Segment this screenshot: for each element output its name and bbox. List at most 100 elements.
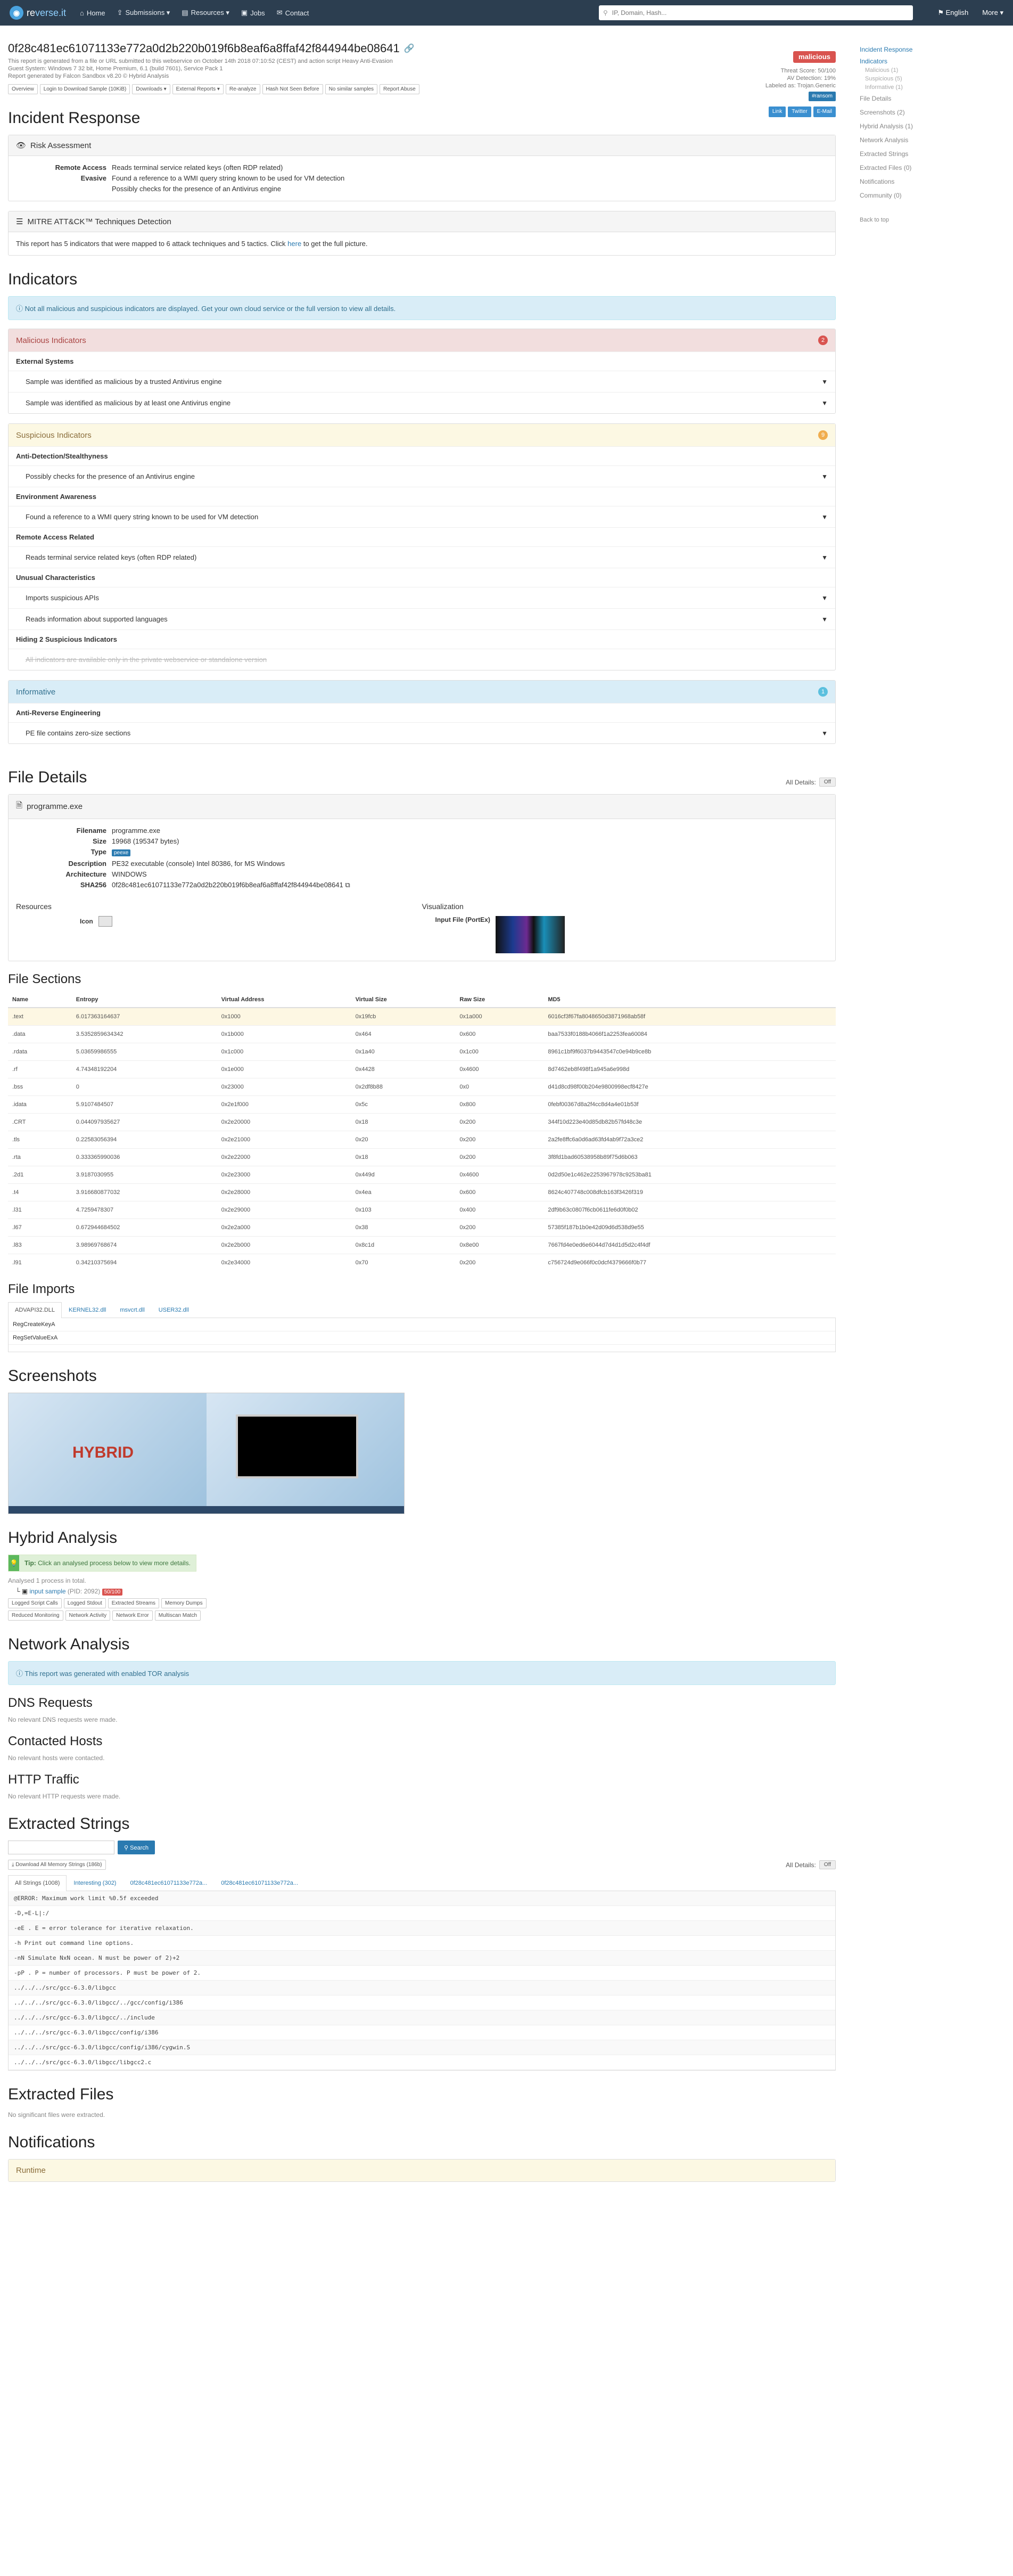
table-cell: 0x1c000 [217, 1043, 351, 1061]
sidebar-item-community[interactable]: Community (0) [860, 189, 987, 202]
tab-file-strings[interactable]: 0f28c481ec61071133e772a... [214, 1875, 305, 1891]
tab-interesting[interactable]: Interesting (302) [67, 1875, 123, 1891]
language-selector[interactable]: ⚑ English [937, 9, 968, 17]
indicator-item[interactable]: Sample was identified as malicious by at… [9, 392, 835, 413]
screenshot-thumbnail[interactable] [206, 1393, 404, 1514]
similar-samples-button[interactable]: No similar samples [325, 84, 378, 94]
sidebar-item-extracted-strings[interactable]: Extracted Strings [860, 147, 987, 161]
search-input[interactable] [612, 9, 909, 17]
nav-home[interactable]: ⌂ Home [80, 9, 105, 17]
nav-submissions[interactable]: ⇪ Submissions ▾ [117, 9, 170, 17]
sidebar-item-indicators[interactable]: Indicators [860, 56, 987, 66]
sidebar-item-network-analysis[interactable]: Network Analysis [860, 133, 987, 147]
extracted-strings-heading: Extracted Strings [8, 1815, 130, 1833]
indicator-item[interactable]: Imports suspicious APIs ▼ [9, 587, 835, 608]
legend-chip: Logged Script Calls [8, 1598, 62, 1608]
nav-resources[interactable]: ▤ Resources ▾ [182, 9, 229, 17]
sidebar-item-suspicious[interactable]: Suspicious (5) [860, 75, 987, 83]
screenshot-thumbnail[interactable]: HYBRID [9, 1393, 207, 1514]
link-icon[interactable]: 🔗 [404, 43, 415, 54]
sidebar-item-incident-response[interactable]: Incident Response [860, 43, 987, 56]
external-reports-dropdown[interactable]: External Reports ▾ [172, 84, 224, 94]
label-badge[interactable]: #ransom [809, 92, 836, 101]
tor-notice: ⓘ This report was generated with enabled… [8, 1661, 836, 1685]
process-name[interactable]: input sample [30, 1588, 66, 1595]
sidebar-item-hybrid-analysis[interactable]: Hybrid Analysis (1) [860, 119, 987, 133]
tab-user32[interactable]: USER32.dll [152, 1302, 196, 1318]
sidebar-item-notifications[interactable]: Notifications [860, 175, 987, 189]
sidebar-item-file-details[interactable]: File Details [860, 92, 987, 105]
more-menu[interactable]: More ▾ [982, 9, 1003, 17]
strings-search-button[interactable]: ⚲ Search [118, 1841, 155, 1854]
report-meta-line: Guest System: Windows 7 32 bit, Home Pre… [8, 66, 223, 72]
strings-list[interactable]: @ERROR: Maximum work limit %0.5f exceede… [8, 1891, 836, 2071]
indicator-item[interactable]: Found a reference to a WMI query string … [9, 506, 835, 527]
eye-icon: 👁 [16, 141, 27, 150]
tab-kernel32[interactable]: KERNEL32.dll [62, 1302, 113, 1318]
table-cell: 3.916680877032 [71, 1183, 217, 1201]
chevron-down-icon: ▼ [821, 553, 828, 561]
tab-msvcrt[interactable]: msvcrt.dll [113, 1302, 151, 1318]
table-cell: .rdata [8, 1043, 72, 1061]
sidebar-item-extracted-files[interactable]: Extracted Files (0) [860, 161, 987, 175]
imports-list[interactable]: RegCreateKeyA RegSetValueExA [8, 1318, 836, 1352]
all-details-toggle[interactable]: All Details: Off [786, 778, 836, 787]
tab-all-strings[interactable]: All Strings (1008) [8, 1875, 67, 1891]
report-main: 0f28c481ec61071133e772a0d2b220b019f6b8ea… [8, 32, 836, 2191]
report-abuse-button[interactable]: Report Abuse [380, 84, 419, 94]
table-cell: 8624c407748c008dfcb163f3426f319 [543, 1183, 836, 1201]
hash-seen-button[interactable]: Hash Not Seen Before [262, 84, 323, 94]
envelope-icon: ✉ [276, 9, 283, 17]
tab-file-strings[interactable]: 0f28c481ec61071133e772a... [123, 1875, 214, 1891]
reanalyze-button[interactable]: Re-analyze [225, 84, 260, 94]
table-cell: 0x2df8b88 [351, 1078, 456, 1096]
table-cell: 8d7462eb8f498f1a945a6e998d [543, 1060, 836, 1078]
indicator-item[interactable]: PE file contains zero-size sections ▼ [9, 722, 835, 743]
chevron-down-icon: ▼ [821, 378, 828, 386]
type-badge: peexe [112, 849, 131, 856]
download-strings-button[interactable]: ⤓ Download All Memory Strings (186b) [8, 1860, 106, 1870]
indicator-item[interactable]: Reads information about supported langua… [9, 608, 835, 629]
mitre-here-link[interactable]: here [287, 240, 301, 248]
import-item: RegCreateKeyA [9, 1318, 835, 1331]
process-entry[interactable]: └ ▣ input sample (PID: 2092) 50/100 [8, 1588, 836, 1596]
nav-contact[interactable]: ✉ Contact [277, 9, 309, 17]
indicator-group: Anti-Detection/Stealthyness [9, 446, 835, 465]
nav-jobs[interactable]: ▣ Jobs [241, 9, 265, 17]
sidebar-back-to-top[interactable]: Back to top [860, 213, 987, 227]
share-buttons: Link Twitter E-Mail [765, 107, 836, 117]
share-twitter-button[interactable]: Twitter [788, 107, 811, 117]
string-item: ../../../src/gcc-6.3.0/libgcc/config/i38… [9, 2040, 835, 2055]
downloads-dropdown[interactable]: Downloads ▾ [132, 84, 170, 94]
process-tree-icon: └ ▣ [15, 1588, 30, 1595]
strings-search-input[interactable] [8, 1841, 114, 1854]
share-link-button[interactable]: Link [768, 107, 786, 117]
copy-icon[interactable]: ⧉ [345, 881, 350, 889]
table-cell: 3.9187030955 [71, 1166, 217, 1184]
brand-logo[interactable]: ◉ reverse.it [10, 6, 66, 20]
portex-visualization[interactable] [495, 916, 565, 953]
suspicious-header[interactable]: Suspicious Indicators 9 [9, 424, 835, 446]
runtime-header[interactable]: Runtime [9, 2160, 835, 2181]
table-cell: 344f10d223e40d85db82b57fd48c3e [543, 1113, 836, 1131]
overview-button[interactable]: Overview [8, 84, 38, 94]
malicious-header[interactable]: Malicious Indicators 2 [9, 329, 835, 351]
download-sample-button[interactable]: Login to Download Sample (10KiB) [39, 84, 130, 94]
sidebar-item-screenshots[interactable]: Screenshots (2) [860, 105, 987, 119]
tab-advapi32[interactable]: ADVAPI32.DLL [8, 1302, 62, 1318]
table-row: .2d1 3.9187030955 0x2e23000 0x449d 0x4600 0d2… [8, 1166, 836, 1184]
table-row: .l67 0.672944684502 0x2e2a000 0x38 0x200 5738… [8, 1219, 836, 1237]
share-email-button[interactable]: E-Mail [813, 107, 836, 117]
indicator-item[interactable]: Possibly checks for the presence of an A… [9, 465, 835, 487]
sidebar-item-malicious[interactable]: Malicious (1) [860, 66, 987, 75]
sidebar-item-informative[interactable]: Informative (1) [860, 83, 987, 92]
file-resources-row: Resources Icon Visualization Input File … [16, 902, 828, 953]
strings-all-details-toggle[interactable]: All Details: Off [786, 1860, 836, 1869]
indicator-item[interactable]: Sample was identified as malicious by a … [9, 371, 835, 392]
informative-header[interactable]: Informative 1 [9, 681, 835, 703]
indicator-item[interactable]: Reads terminal service related keys (oft… [9, 546, 835, 568]
visualization-heading: Visualization [422, 902, 464, 911]
report-hash-title: 0f28c481ec61071133e772a0d2b220b019f6b8ea… [8, 42, 415, 55]
nav-links: ⌂ Home ⇪ Submissions ▾ ▤ Resources ▾ ▣ Jobs … [80, 9, 309, 17]
table-cell: 0x1000 [217, 1007, 351, 1026]
